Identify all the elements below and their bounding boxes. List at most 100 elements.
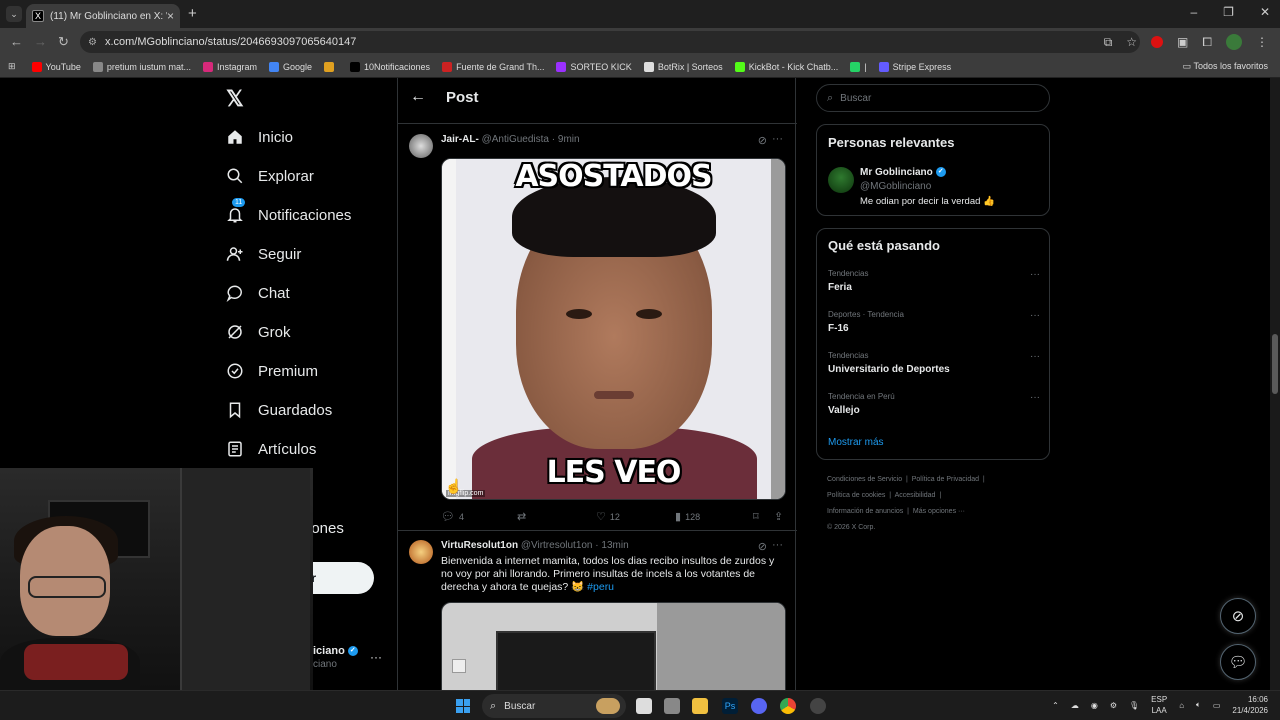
tweet-media-image[interactable] bbox=[441, 602, 786, 690]
nav-premium[interactable]: Premium bbox=[226, 362, 318, 380]
bookmark-item[interactable]: YouTube bbox=[31, 61, 81, 72]
grok-explain-icon[interactable]: ⊘ bbox=[758, 540, 767, 553]
bookmark-star-icon[interactable]: ☆ bbox=[1126, 35, 1137, 49]
relevant-handle[interactable]: @MGoblinciano bbox=[860, 181, 931, 192]
minimize-icon[interactable]: – bbox=[1190, 5, 1197, 19]
show-more-link[interactable]: Mostrar más bbox=[828, 437, 884, 448]
extension-icon[interactable]: ▣ bbox=[1177, 35, 1188, 49]
tweet-time[interactable]: 13min bbox=[601, 540, 628, 551]
reply-action[interactable]: 💬︎ 4 bbox=[441, 510, 464, 523]
bookmark-item[interactable]: | bbox=[850, 61, 867, 72]
tray-overflow-icon[interactable]: ⌃ bbox=[1052, 701, 1059, 710]
new-tab-plus-icon[interactable]: + bbox=[188, 5, 197, 22]
install-app-icon[interactable]: ⧉ bbox=[1104, 35, 1113, 50]
tweet-avatar[interactable] bbox=[409, 540, 433, 564]
window-close-icon[interactable]: ✕ bbox=[1260, 5, 1270, 19]
bookmark-item[interactable]: BotRix | Sorteos bbox=[643, 61, 723, 72]
relevant-avatar[interactable] bbox=[828, 167, 854, 193]
bookmark-action[interactable]: ⌑ bbox=[753, 510, 759, 523]
restore-icon[interactable]: ❐ bbox=[1223, 5, 1234, 19]
trend-item[interactable]: Tendencia en Perú Vallejo ··· bbox=[828, 392, 1040, 416]
battery-icon[interactable]: ▭ bbox=[1213, 701, 1221, 710]
footer-privacy-link[interactable]: Política de Privacidad bbox=[912, 476, 979, 483]
all-bookmarks[interactable]: ▭ Todos los favoritos bbox=[1183, 61, 1268, 72]
page-scrollbar[interactable] bbox=[1270, 78, 1280, 690]
clock[interactable]: 16:06 21/4/2026 bbox=[1232, 694, 1268, 716]
like-action[interactable]: ♡ 12 bbox=[596, 510, 620, 523]
tweet-author-handle[interactable]: @Virtresolut1on bbox=[521, 540, 593, 551]
task-view-icon[interactable] bbox=[636, 698, 652, 714]
views-action[interactable]: ▮ 128 bbox=[675, 510, 700, 523]
trend-more-icon[interactable]: ··· bbox=[1030, 392, 1040, 403]
bookmark-item[interactable]: pretium iustum mat... bbox=[92, 61, 191, 72]
tab-search-icon[interactable]: ⌄ bbox=[6, 6, 22, 22]
bookmark-item[interactable]: Google bbox=[268, 61, 312, 72]
back-arrow-icon[interactable]: ← bbox=[410, 88, 426, 106]
account-more-icon[interactable]: ··· bbox=[370, 650, 382, 664]
scrollbar-thumb[interactable] bbox=[1272, 334, 1278, 394]
tweet-more-icon[interactable]: ··· bbox=[772, 539, 783, 551]
reload-icon[interactable]: ↻ bbox=[58, 34, 69, 50]
back-icon[interactable]: ← bbox=[10, 34, 23, 49]
browser-menu-icon[interactable]: ⋮ bbox=[1256, 35, 1268, 49]
tweet-avatar[interactable] bbox=[409, 134, 433, 158]
forward-icon[interactable]: → bbox=[34, 34, 47, 49]
tray-app-icon[interactable]: ☁ bbox=[1071, 701, 1079, 710]
nav-home[interactable]: Inicio bbox=[226, 128, 293, 146]
tray-app-icon[interactable]: ◉ bbox=[1091, 701, 1098, 710]
trend-more-icon[interactable]: ··· bbox=[1030, 269, 1040, 280]
trend-more-icon[interactable]: ··· bbox=[1030, 351, 1040, 362]
photoshop-icon[interactable]: Ps bbox=[722, 698, 738, 714]
address-bar[interactable]: ⚙ x.com/MGoblinciano/status/204669309706… bbox=[80, 31, 1140, 53]
tweet-time[interactable]: 9min bbox=[558, 134, 580, 145]
share-action[interactable]: ⇪ bbox=[774, 510, 783, 523]
app-icon[interactable] bbox=[664, 698, 680, 714]
windows-start-icon[interactable] bbox=[456, 699, 470, 713]
tweet-author-handle[interactable]: @AntiGuedista bbox=[482, 134, 549, 145]
volume-icon[interactable]: 🔈︎ bbox=[1196, 700, 1201, 710]
microphone-icon[interactable]: 🎙︎ bbox=[1129, 701, 1139, 710]
network-icon[interactable]: ⌂ bbox=[1179, 701, 1184, 710]
language-indicator[interactable]: ESP LAA bbox=[1151, 694, 1167, 716]
apps-grid-icon[interactable]: ⊞ bbox=[8, 61, 16, 72]
footer-terms-link[interactable]: Condiciones de Servicio bbox=[827, 476, 902, 483]
nav-explore[interactable]: Explorar bbox=[226, 167, 314, 185]
messages-fab-icon[interactable]: 💬︎ bbox=[1220, 644, 1256, 680]
footer-cookies-link[interactable]: Política de cookies bbox=[827, 492, 885, 499]
trend-more-icon[interactable]: ··· bbox=[1030, 310, 1040, 321]
grok-explain-icon[interactable]: ⊘ bbox=[758, 134, 767, 147]
nav-notifications[interactable]: 11 Notificaciones bbox=[226, 198, 351, 224]
tweet-author-name[interactable]: Jair-AL- bbox=[441, 134, 479, 145]
grok-fab-icon[interactable]: ⊘ bbox=[1220, 598, 1256, 634]
app-icon[interactable] bbox=[810, 698, 826, 714]
trend-item[interactable]: Tendencias Universitario de Deportes ··· bbox=[828, 351, 1040, 375]
bookmark-item[interactable]: Stripe Express bbox=[878, 61, 951, 72]
tweet-media-image[interactable]: ASOSTADOS LES VEO imgflip.com bbox=[441, 158, 786, 500]
relevant-name[interactable]: Mr Goblinciano ✓ bbox=[860, 167, 946, 178]
search-input[interactable]: ⌕ Buscar bbox=[816, 84, 1050, 112]
chrome-icon[interactable] bbox=[780, 698, 796, 714]
close-tab-icon[interactable]: × bbox=[167, 9, 174, 23]
tweet-hashtag-link[interactable]: #peru bbox=[587, 581, 614, 593]
profile-avatar[interactable] bbox=[1226, 34, 1242, 50]
footer-accessibility-link[interactable]: Accesibilidad bbox=[895, 492, 936, 499]
tweet-author-name[interactable]: VirtuResolut1on bbox=[441, 540, 518, 551]
bookmark-item[interactable]: KickBot - Kick Chatb... bbox=[734, 61, 838, 72]
nav-articles[interactable]: Artículos bbox=[226, 440, 316, 458]
bookmark-item[interactable]: Fuente de Grand Th... bbox=[442, 61, 544, 72]
bookmark-item[interactable]: 10Notificaciones bbox=[350, 61, 430, 72]
trend-item[interactable]: Deportes · Tendencia F-16 ··· bbox=[828, 310, 1040, 334]
trend-item[interactable]: Tendencias Feria ··· bbox=[828, 269, 1040, 293]
nav-bookmarks[interactable]: Guardados bbox=[226, 401, 332, 419]
retweet-action[interactable]: ⇄ bbox=[517, 510, 530, 523]
extensions-puzzle-icon[interactable]: ⧠ bbox=[1202, 35, 1212, 50]
file-explorer-icon[interactable] bbox=[692, 698, 708, 714]
tray-app-icon[interactable]: ⚙ bbox=[1110, 701, 1117, 710]
bookmark-item[interactable]: Instagram bbox=[202, 61, 257, 72]
browser-tab-active[interactable]: X (11) Mr Goblinciano en X: "Bien × bbox=[26, 4, 180, 28]
discord-icon[interactable] bbox=[751, 698, 767, 714]
nav-chat[interactable]: Chat bbox=[226, 284, 290, 302]
footer-ads-link[interactable]: Información de anuncios bbox=[827, 508, 903, 515]
nav-follow[interactable]: Seguir bbox=[226, 245, 301, 263]
nav-more-label[interactable]: iones bbox=[308, 520, 344, 537]
